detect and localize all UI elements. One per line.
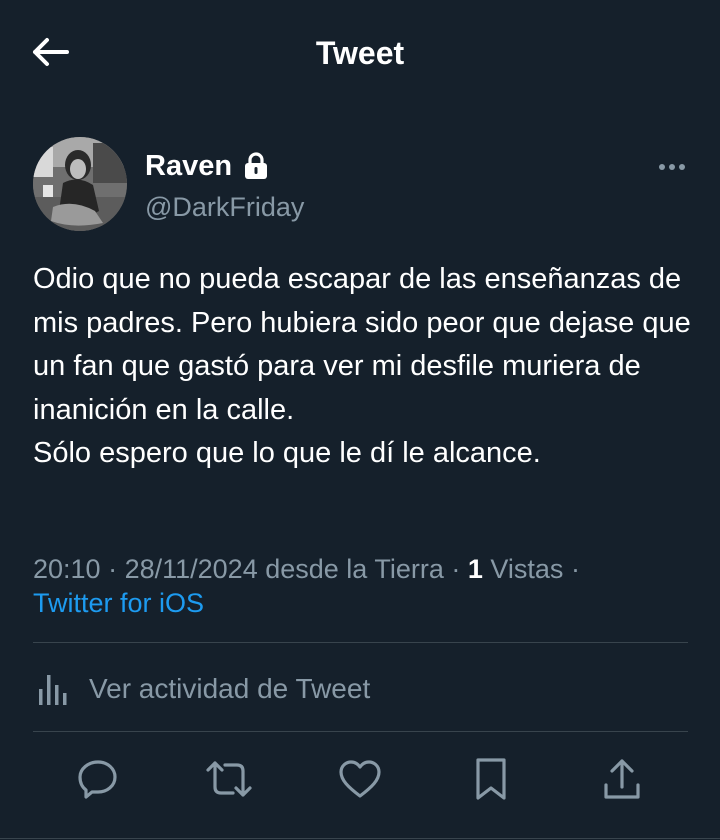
top-bar: Tweet	[0, 0, 720, 106]
divider	[0, 838, 720, 839]
tweet-detail-page: Tweet Raven @DarkFriday Odio que no pued…	[0, 0, 720, 840]
more-options-button[interactable]	[654, 157, 690, 177]
tweet-text-paragraph: Odio que no pueda escapar de las enseñan…	[33, 263, 691, 426]
lock-icon	[245, 152, 268, 179]
tweet-source-link[interactable]: Twitter for iOS	[33, 586, 693, 620]
bar-chart-icon	[39, 675, 67, 705]
user-handle[interactable]: @DarkFriday	[145, 191, 304, 223]
divider	[33, 731, 688, 732]
name-row: Raven	[145, 149, 268, 183]
retweet-icon	[206, 761, 252, 797]
tweet-text: Odio que no pueda escapar de las enseñan…	[33, 258, 693, 476]
tweet-metadata: 20:10 · 28/11/2024 desde la Tierra · 1 V…	[33, 552, 693, 620]
tweet-time[interactable]: 20:10	[33, 554, 101, 584]
avatar[interactable]	[33, 137, 127, 231]
tweet-text-paragraph: Sólo espero que lo que le dí le alcance.	[33, 437, 541, 469]
reply-icon	[78, 760, 117, 799]
bookmark-icon	[476, 758, 506, 800]
reply-button[interactable]	[73, 754, 123, 804]
heart-icon	[339, 760, 381, 798]
display-name[interactable]: Raven	[145, 149, 232, 183]
tweet-author: Raven @DarkFriday	[33, 137, 690, 233]
view-tweet-activity[interactable]: Ver actividad de Tweet	[33, 664, 370, 714]
bookmark-button[interactable]	[466, 754, 516, 804]
retweet-button[interactable]	[204, 754, 254, 804]
like-button[interactable]	[335, 754, 385, 804]
more-horizontal-icon	[659, 164, 685, 170]
views-label: Vistas	[490, 554, 564, 584]
share-button[interactable]	[597, 754, 647, 804]
views-count: 1	[467, 554, 483, 584]
page-title: Tweet	[315, 35, 405, 71]
tweet-actions	[0, 754, 720, 810]
divider	[33, 642, 688, 643]
tweet-location: desde la Tierra	[265, 554, 444, 584]
share-icon	[604, 759, 640, 799]
tweet-date[interactable]: 28/11/2024	[125, 554, 258, 584]
view-activity-label: Ver actividad de Tweet	[89, 673, 371, 704]
avatar-photo	[33, 137, 127, 231]
